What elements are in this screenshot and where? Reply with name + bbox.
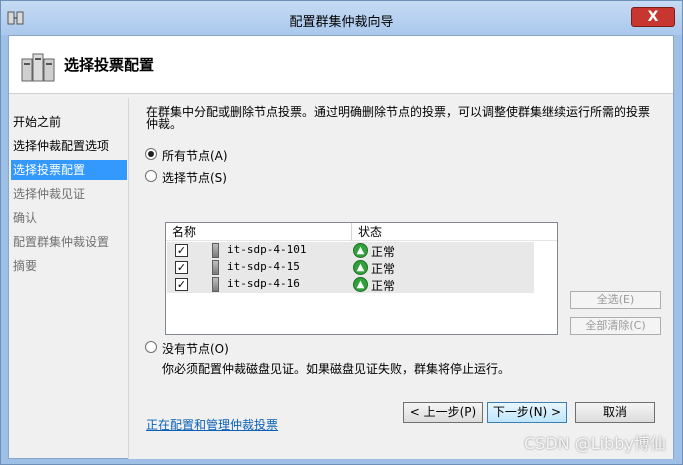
close-button[interactable]: X	[631, 7, 675, 27]
node-status: 正常	[371, 279, 396, 293]
node-row[interactable]: ✓ it-sdp-4-16 ▲ 正常	[167, 276, 534, 293]
server-icon	[212, 260, 219, 275]
server-icon	[212, 277, 219, 292]
status-up-icon: ▲	[353, 243, 368, 258]
node-checkbox[interactable]: ✓	[175, 244, 188, 257]
next-button[interactable]: 下一步(N) >	[487, 402, 567, 423]
help-link[interactable]: 正在配置和管理仲裁投票	[146, 416, 278, 433]
node-row[interactable]: ✓ it-sdp-4-15 ▲ 正常	[167, 259, 534, 276]
node-status: 正常	[371, 245, 396, 259]
page-title: 选择投票配置	[64, 56, 155, 74]
cluster-quorum-icon	[21, 53, 55, 82]
step-select-quorum-witness: 选择仲裁见证	[13, 187, 86, 201]
title-bar[interactable]: 配置群集仲裁向导 X	[1, 1, 682, 35]
column-header-name[interactable]: 名称	[166, 223, 351, 241]
status-up-icon: ▲	[353, 260, 368, 275]
node-name: it-sdp-4-16	[227, 277, 300, 290]
step-before-you-begin: 开始之前	[13, 115, 62, 129]
node-list[interactable]: 名称 状态 ✓ it-sdp-4-101 ▲ 正常 ✓ it-sdp-4-15 …	[165, 222, 558, 335]
cancel-button[interactable]: 取消	[575, 402, 655, 423]
no-nodes-label[interactable]: 没有节点(O)	[162, 340, 229, 357]
page-description: 在群集中分配或删除节点投票。通过明确删除节点的投票，可以调整使群集继续运行所需的…	[146, 105, 651, 131]
step-configure-settings: 配置群集仲裁设置	[13, 235, 110, 249]
wizard-steps: 开始之前 选择仲裁配置选项 选择投票配置 选择仲裁见证 确认 配置群集仲裁设置 …	[9, 98, 127, 458]
no-nodes-note: 你必须配置仲裁磁盘见证。如果磁盘见证失败，群集将停止运行。	[162, 362, 511, 376]
step-select-voting-config: 选择投票配置	[11, 160, 127, 180]
column-header-status[interactable]: 状态	[352, 223, 557, 241]
all-nodes-radio[interactable]	[145, 148, 157, 160]
watermark: CSDN @Libby博仙	[524, 434, 666, 453]
back-button[interactable]: < 上一步(P)	[403, 402, 483, 423]
node-name: it-sdp-4-101	[227, 243, 307, 256]
node-row[interactable]: ✓ it-sdp-4-101 ▲ 正常	[167, 242, 534, 259]
node-name: it-sdp-4-15	[227, 260, 300, 273]
status-up-icon: ▲	[353, 277, 368, 292]
page-header: 选择投票配置	[9, 36, 673, 94]
step-summary: 摘要	[13, 259, 38, 273]
step-select-quorum-option: 选择仲裁配置选项	[13, 139, 110, 153]
all-nodes-label[interactable]: 所有节点(A)	[162, 147, 228, 164]
node-checkbox[interactable]: ✓	[175, 261, 188, 274]
clear-all-button[interactable]: 全部清除(C)	[570, 317, 661, 335]
select-nodes-radio[interactable]	[145, 170, 157, 182]
server-icon	[212, 243, 219, 258]
node-status: 正常	[371, 262, 396, 276]
select-nodes-label[interactable]: 选择节点(S)	[162, 169, 227, 186]
wizard-frame: 选择投票配置 开始之前 选择仲裁配置选项 选择投票配置 选择仲裁见证 确认 配置…	[8, 35, 674, 459]
node-checkbox[interactable]: ✓	[175, 278, 188, 291]
select-all-button[interactable]: 全选(E)	[570, 291, 661, 309]
step-confirmation: 确认	[13, 211, 38, 225]
wizard-window: 配置群集仲裁向导 X 选择投票配置 开始之前 选择仲裁配置选项 选择投票配置 选…	[0, 0, 683, 465]
no-nodes-radio[interactable]	[145, 341, 157, 353]
window-title: 配置群集仲裁向导	[289, 15, 394, 30]
